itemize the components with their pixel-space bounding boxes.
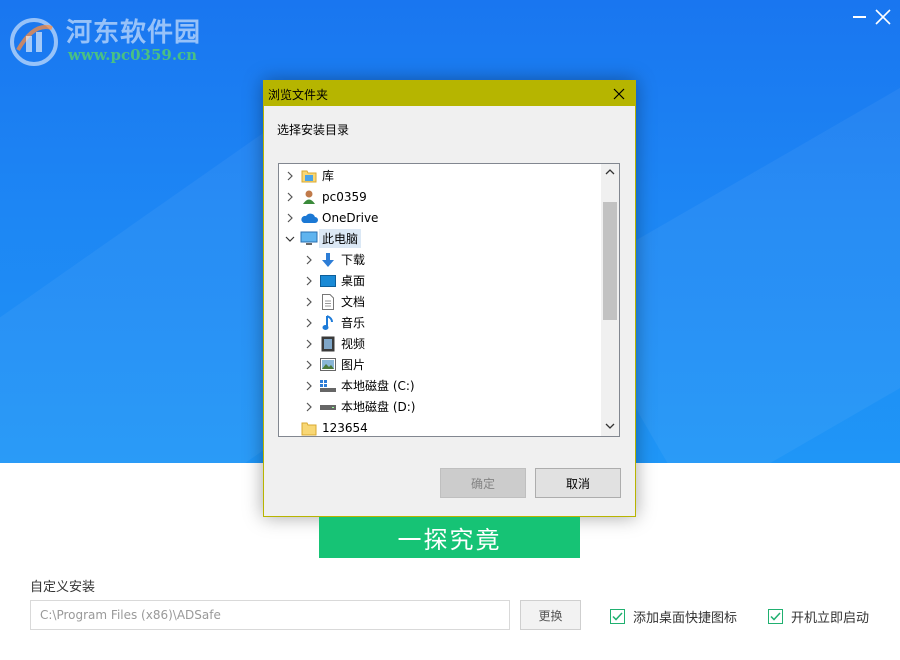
ok-button[interactable]: 确定	[440, 468, 526, 498]
change-path-button[interactable]: 更换	[520, 600, 581, 630]
desktop-shortcut-checkbox[interactable]	[610, 608, 625, 624]
music-icon	[319, 314, 337, 332]
drive-icon	[319, 377, 337, 395]
chevron-right-icon[interactable]	[302, 379, 316, 393]
tree-item-label: 图片	[341, 358, 366, 372]
picture-icon	[319, 356, 337, 374]
user-icon	[300, 188, 318, 206]
tree-item-label: 下载	[341, 253, 366, 267]
computer-icon	[300, 230, 318, 248]
dialog-title: 浏览文件夹	[268, 88, 329, 102]
close-icon	[613, 88, 625, 100]
tree-item-videos[interactable]: 视频	[302, 333, 365, 354]
tree-item-desktop[interactable]: 桌面	[302, 270, 365, 291]
checkmark-icon	[612, 611, 623, 621]
chevron-down-icon[interactable]	[605, 422, 615, 430]
chevron-right-icon[interactable]	[302, 337, 316, 351]
chevron-right-icon[interactable]	[302, 358, 316, 372]
chevron-right-icon[interactable]	[302, 295, 316, 309]
tree-item-user[interactable]: pc0359	[283, 186, 367, 207]
tree-item-library[interactable]: 库	[283, 165, 334, 186]
checkmark-icon	[770, 611, 781, 621]
chevron-right-icon[interactable]	[283, 190, 297, 204]
tree-item-label: 文档	[341, 295, 366, 309]
desktop-shortcut-option[interactable]: 添加桌面快捷图标	[610, 607, 738, 626]
chevron-up-icon[interactable]	[605, 168, 615, 176]
browse-folder-dialog: 浏览文件夹 选择安装目录 库 pc0359 OneDrive 此电脑 下载 桌面…	[263, 80, 636, 517]
tree-item-label: 此电脑	[319, 229, 362, 248]
chevron-down-icon[interactable]	[283, 232, 297, 246]
tree-item-label: 123654	[322, 420, 368, 435]
tree-item-folder-123654[interactable]: 123654	[283, 417, 368, 437]
tree-item-this-pc[interactable]: 此电脑	[283, 228, 362, 249]
watermark-logo-icon	[10, 18, 58, 66]
desktop-shortcut-label: 添加桌面快捷图标	[633, 610, 738, 626]
autostart-checkbox[interactable]	[768, 608, 783, 624]
autostart-label: 开机立即启动	[791, 610, 870, 626]
dialog-title-bar[interactable]: 浏览文件夹	[264, 81, 635, 106]
custom-install-label: 自定义安装	[30, 580, 96, 595]
autostart-option[interactable]: 开机立即启动	[768, 607, 870, 626]
tree-item-label: OneDrive	[322, 210, 379, 225]
download-icon	[319, 251, 337, 269]
tree-item-documents[interactable]: 文档	[302, 291, 365, 312]
document-icon	[319, 293, 337, 311]
tree-item-onedrive[interactable]: OneDrive	[283, 207, 378, 228]
tree-item-label: 本地磁盘 (C:)	[341, 379, 415, 393]
chevron-right-icon[interactable]	[302, 316, 316, 330]
explore-button[interactable]: 一探究竟	[319, 517, 580, 558]
install-path-input[interactable]	[30, 600, 510, 630]
chevron-right-icon[interactable]	[283, 169, 297, 183]
chevron-right-icon[interactable]	[302, 400, 316, 414]
video-icon	[319, 335, 337, 353]
dialog-prompt: 选择安装目录	[277, 123, 350, 137]
dialog-close-button[interactable]	[611, 86, 627, 102]
chevron-right-icon[interactable]	[283, 211, 297, 225]
close-icon	[875, 9, 891, 25]
close-button[interactable]	[874, 8, 892, 26]
cloud-icon	[300, 209, 318, 227]
folder-icon	[300, 419, 318, 437]
tree-scrollbar[interactable]	[601, 164, 619, 436]
watermark-site-url: www.pc0359.cn	[68, 46, 198, 64]
minimize-button[interactable]	[852, 8, 868, 26]
tree-item-label: 桌面	[341, 274, 366, 288]
library-icon	[300, 167, 318, 185]
folder-tree[interactable]: 库 pc0359 OneDrive 此电脑 下载 桌面 文档 音乐 视频 图片 …	[278, 163, 620, 437]
tree-item-label: 本地磁盘 (D:)	[341, 400, 416, 414]
tree-item-pictures[interactable]: 图片	[302, 354, 365, 375]
tree-item-drive-d[interactable]: 本地磁盘 (D:)	[302, 396, 415, 417]
drive-icon	[319, 398, 337, 416]
tree-item-label: 音乐	[341, 316, 366, 330]
desktop-icon	[319, 272, 337, 290]
tree-item-label: 库	[322, 169, 335, 183]
cancel-button[interactable]: 取消	[535, 468, 621, 498]
tree-item-label: pc0359	[322, 189, 367, 204]
tree-item-label: 视频	[341, 337, 366, 351]
tree-item-music[interactable]: 音乐	[302, 312, 365, 333]
chevron-right-icon[interactable]	[302, 274, 316, 288]
chevron-right-icon[interactable]	[302, 253, 316, 267]
scrollbar-thumb[interactable]	[603, 202, 617, 320]
watermark-site-name: 河东软件园	[66, 18, 202, 48]
tree-item-downloads[interactable]: 下载	[302, 249, 365, 270]
tree-item-drive-c[interactable]: 本地磁盘 (C:)	[302, 375, 415, 396]
